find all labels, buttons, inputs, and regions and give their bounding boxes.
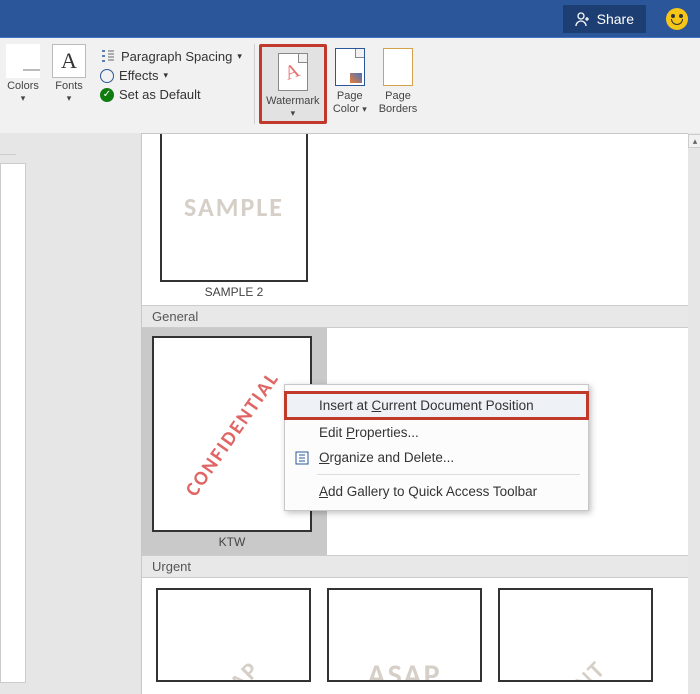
ctx-organize-delete[interactable]: Organize and Delete... Organize and Dele… — [285, 445, 588, 470]
paragraph-spacing-dropdown[interactable]: Paragraph Spacing ▾ — [100, 48, 242, 64]
feedback-smiley-icon[interactable] — [666, 8, 688, 30]
page-color-icon — [335, 48, 365, 86]
asap-text-2: ASAP — [367, 657, 441, 682]
document-area — [0, 133, 141, 694]
ctx-edit-properties[interactable]: Edit Properties... Edit Properties... — [285, 420, 588, 445]
fonts-label: Fonts — [55, 80, 83, 92]
watermark-dropdown[interactable]: A Watermark▾ — [259, 44, 327, 124]
colors-label: Colors — [7, 80, 39, 92]
ctx-insert-at-position[interactable]: Insert at Current Document Position Inse… — [284, 391, 589, 420]
chevron-down-icon: ▾ — [164, 70, 169, 81]
ctx-edit-label: Edit Properties... — [319, 425, 419, 440]
watermark-icon: A — [278, 53, 308, 91]
fonts-icon: A — [52, 44, 86, 78]
ktw-label: KTW — [152, 535, 312, 549]
page-color-dropdown[interactable]: PageColor ▾ Page Color — [327, 44, 373, 116]
chevron-down-icon: ▾ — [21, 93, 26, 103]
page-borders-button[interactable]: PageBorders Page Borders — [373, 44, 424, 116]
fonts-dropdown[interactable]: A Fonts▾ — [46, 44, 92, 104]
colors-dropdown[interactable]: Colors▾ — [0, 44, 46, 104]
scroll-up-button[interactable]: ▴ — [688, 134, 700, 148]
paragraph-spacing-label: Paragraph Spacing — [121, 49, 232, 64]
sample2-label: SAMPLE 2 — [160, 285, 308, 299]
gallery-item-asap3[interactable]: ENT — [498, 588, 653, 682]
share-button[interactable]: Share — [563, 5, 646, 33]
sample-watermark-text: SAMPLE — [184, 191, 284, 223]
watermark-label: Watermark — [266, 95, 319, 107]
watermark-gallery: ▴ SAMPLE SAMPLE 2 General CONFIDENTIAL K… — [141, 133, 688, 694]
asap-text-3: ENT — [559, 655, 612, 682]
gallery-item-sample2[interactable]: SAMPLE SAMPLE 2 — [142, 134, 688, 305]
chevron-down-icon: ▾ — [237, 51, 242, 62]
context-menu: Insert at Current Document Position Inse… — [284, 384, 589, 511]
effects-icon — [100, 69, 114, 83]
effects-label: Effects — [119, 68, 159, 83]
paragraph-spacing-icon — [100, 48, 116, 64]
urgent-row: SAP ASAP ENT — [142, 578, 688, 692]
organize-icon — [293, 449, 311, 467]
chevron-down-icon: ▾ — [362, 104, 367, 114]
share-label: Share — [597, 11, 634, 27]
set-default-label: Set as Default — [119, 87, 201, 102]
ctx-add-to-qat[interactable]: Add Gallery to Quick Access Toolbar Add … — [285, 479, 588, 504]
ribbon-separator — [254, 44, 255, 124]
chevron-down-icon: ▾ — [291, 108, 296, 118]
document-page[interactable] — [0, 163, 26, 683]
asap-text-1: SAP — [215, 655, 267, 682]
colors-icon — [6, 44, 40, 78]
gallery-item-asap2[interactable]: ASAP — [327, 588, 482, 682]
ctx-insert-label: Insert at Current Document Position — [319, 398, 534, 413]
ctx-organize-label: Organize and Delete... — [319, 450, 454, 465]
page-borders-icon — [383, 48, 413, 86]
ctx-separator — [317, 474, 580, 475]
checkmark-icon: ✓ — [100, 88, 114, 102]
gallery-item-asap1[interactable]: SAP — [156, 588, 311, 682]
ctx-qat-label: Add Gallery to Quick Access Toolbar — [319, 484, 537, 499]
share-person-icon — [575, 11, 591, 27]
document-formatting-group: Paragraph Spacing ▾ Effects ▾ ✓ Set as D… — [92, 44, 250, 102]
category-urgent: Urgent — [142, 555, 688, 578]
chevron-down-icon: ▾ — [67, 93, 72, 103]
set-as-default-button[interactable]: ✓ Set as Default — [100, 87, 242, 102]
ribbon: Colors▾ A Fonts▾ Paragraph Spacing ▾ Eff… — [0, 37, 700, 133]
title-bar: Share — [0, 0, 700, 37]
confidential-watermark-text: CONFIDENTIAL — [180, 367, 284, 501]
effects-dropdown[interactable]: Effects ▾ — [100, 68, 242, 83]
category-general: General — [142, 305, 688, 328]
